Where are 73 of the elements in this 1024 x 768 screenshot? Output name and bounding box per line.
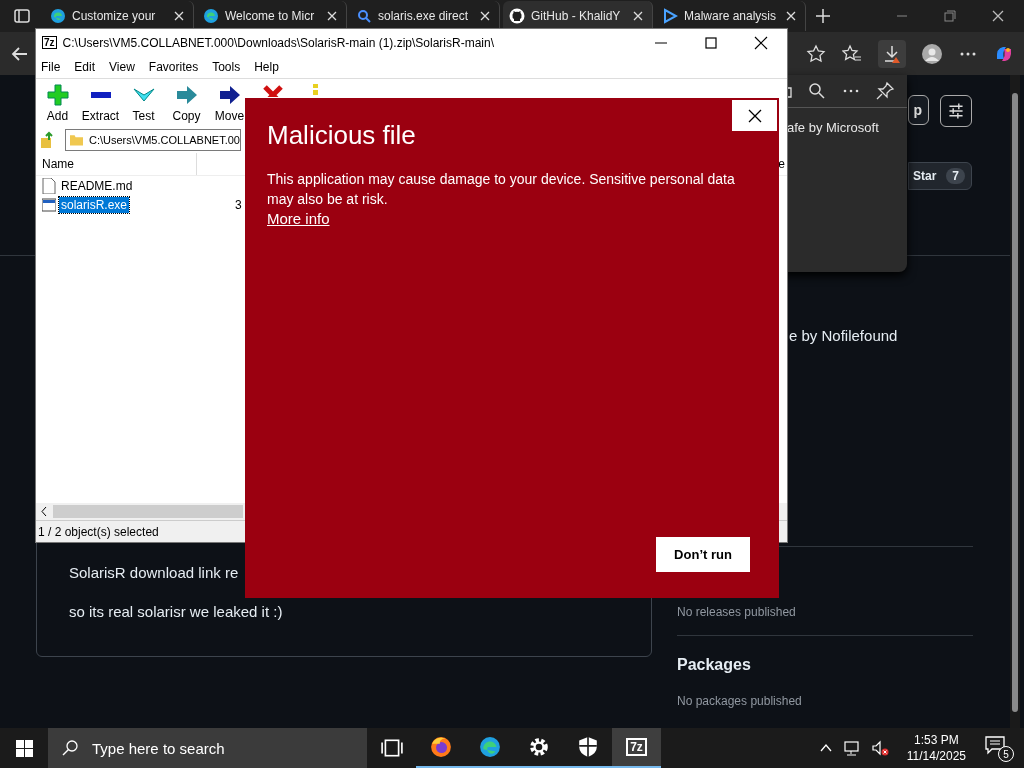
search-field[interactable]: Type here to search xyxy=(48,728,367,768)
edge-icon xyxy=(50,8,66,24)
menu-item[interactable]: View xyxy=(109,60,135,74)
dialog-title: Malicious file xyxy=(267,120,417,151)
menu-item[interactable]: Help xyxy=(254,60,279,74)
toolbar-button[interactable]: Extract xyxy=(79,79,122,127)
file-size: 3 xyxy=(235,197,242,212)
column-header[interactable]: Name xyxy=(36,153,197,175)
star-button[interactable]: Star 7 xyxy=(908,162,972,190)
shield-icon[interactable] xyxy=(576,736,599,758)
comment-text: SolarisR download link re xyxy=(69,564,240,581)
browser-tab[interactable]: GitHub - KhalidY xyxy=(503,1,653,31)
window-title: C:\Users\VM5.COLLABNET.000\Downloads\SolarisR-main (1).zip\SolarisR-main\ xyxy=(62,35,495,50)
column-header[interactable]: e xyxy=(778,153,787,175)
muted-speaker-icon[interactable] xyxy=(870,739,889,757)
packages-empty-text: No packages published xyxy=(677,694,802,708)
file-name[interactable]: solarisR.exe xyxy=(59,196,130,213)
play-icon xyxy=(662,8,678,24)
notification-button[interactable]: 5 xyxy=(984,734,1014,762)
download-icon[interactable] xyxy=(878,39,906,68)
profile-avatar-icon[interactable] xyxy=(922,43,942,64)
windows-start-icon[interactable] xyxy=(15,739,33,757)
comment-text: so its real solarisr we leaked it :) xyxy=(69,603,284,620)
seven-zip-icon[interactable]: 7z xyxy=(626,738,647,756)
scrollbar[interactable] xyxy=(1010,75,1020,728)
menu-item[interactable]: Favorites xyxy=(148,60,199,74)
pin-icon[interactable] xyxy=(875,81,895,101)
address-field[interactable]: C:\Users\VM5.COLLABNET.00 xyxy=(65,129,241,151)
edge-icon[interactable] xyxy=(478,736,501,758)
download-status-text: afe by Microsoft xyxy=(787,120,879,135)
firefox-icon[interactable] xyxy=(429,736,452,758)
add-icon xyxy=(45,83,70,107)
task-view-icon[interactable] xyxy=(380,737,403,759)
sliders-icon[interactable] xyxy=(940,95,972,127)
document-icon xyxy=(42,177,56,194)
file-name[interactable]: README.md xyxy=(59,177,135,194)
search-icon xyxy=(356,8,372,24)
toolbar-button[interactable]: Test xyxy=(122,79,165,127)
close-icon xyxy=(747,108,762,123)
plus-icon[interactable] xyxy=(813,6,833,26)
extract-icon xyxy=(88,91,113,99)
toolbar-button[interactable]: Copy xyxy=(165,79,208,127)
network-icon[interactable] xyxy=(842,739,861,757)
edge-icon xyxy=(203,8,219,24)
tab-actions-icon[interactable] xyxy=(12,6,32,26)
move-icon xyxy=(217,83,242,107)
copy-icon xyxy=(174,83,199,107)
program-file-icon xyxy=(42,196,56,213)
releases-empty-text: No releases published xyxy=(677,605,796,619)
search-icon[interactable] xyxy=(807,81,827,101)
packages-heading: Packages xyxy=(677,656,751,673)
menu-item[interactable]: File xyxy=(41,60,61,74)
clock-time[interactable]: 1:53 PM xyxy=(914,732,959,748)
menu-item[interactable]: Tools xyxy=(212,60,241,74)
dont-run-button[interactable]: Don’t run xyxy=(656,537,750,572)
info-icon xyxy=(312,83,319,95)
more-info-link[interactable]: More info xyxy=(267,210,330,227)
clock-date[interactable]: 11/14/2025 xyxy=(906,748,966,764)
toolbar-button[interactable]: Add xyxy=(36,79,79,127)
star-icon[interactable] xyxy=(806,43,826,64)
github-icon xyxy=(509,8,525,24)
delete-icon xyxy=(260,83,285,97)
app-logo: 7z xyxy=(42,36,57,49)
author-text: e by Nofilefound xyxy=(789,327,898,344)
warning-message: This application may cause damage to your device. Sensitive personal data may also be at risk. xyxy=(267,170,736,209)
close-button[interactable] xyxy=(732,100,777,131)
menu-item[interactable]: Edit xyxy=(74,60,96,74)
favorites-icon[interactable] xyxy=(842,43,862,64)
header-button[interactable]: p xyxy=(908,95,929,125)
settings-icon[interactable] xyxy=(527,736,550,758)
search-icon xyxy=(62,739,80,757)
status-text: 1 / 2 object(s) selected xyxy=(38,524,159,539)
folder-icon xyxy=(70,133,83,147)
